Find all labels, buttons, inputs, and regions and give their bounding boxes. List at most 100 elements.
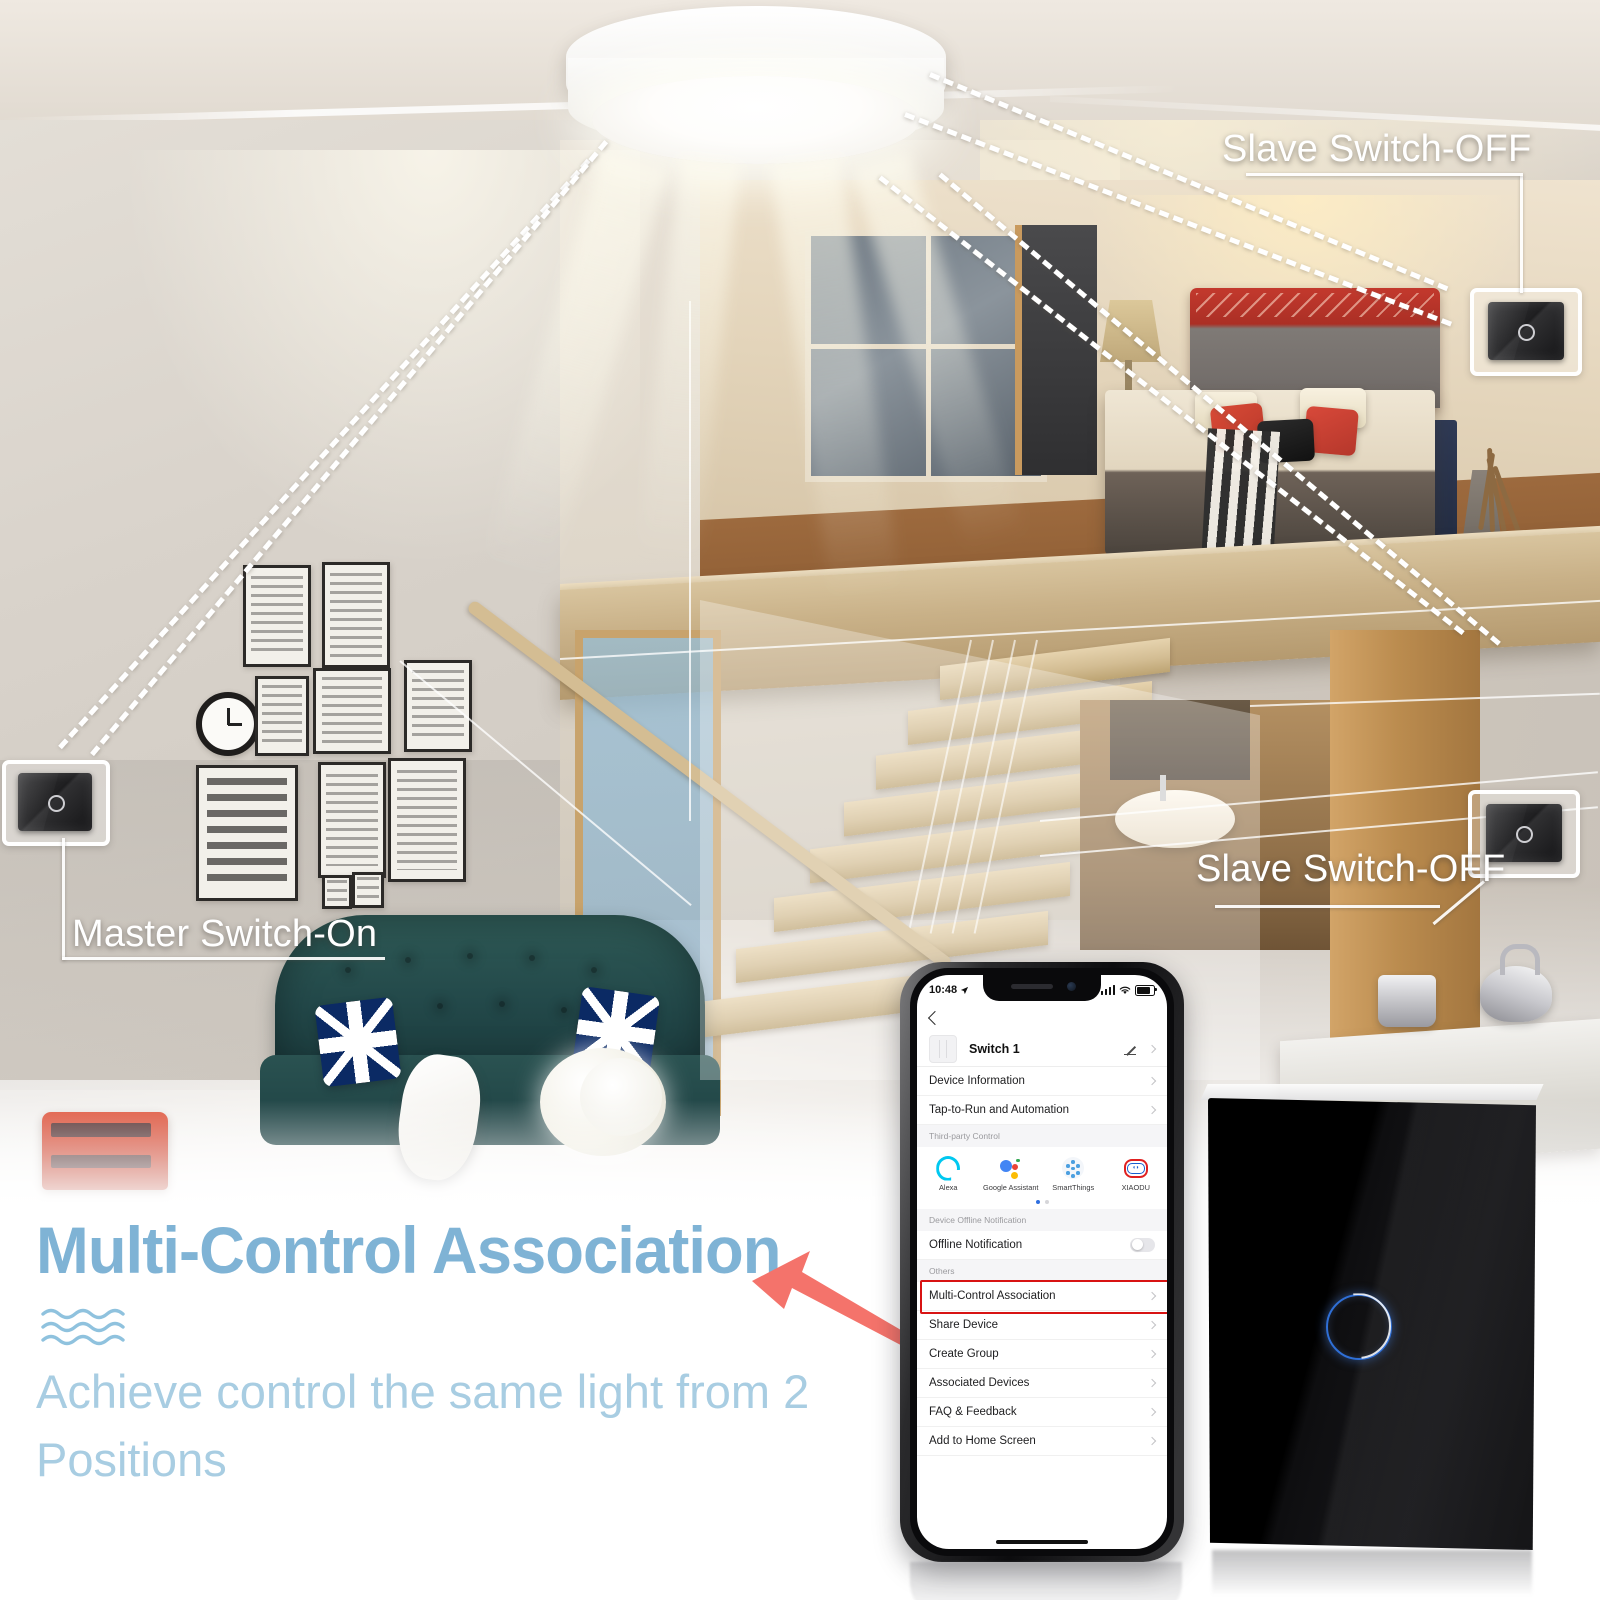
pencil-edit-icon[interactable] xyxy=(1124,1042,1137,1055)
art-frame-vandermark xyxy=(196,765,298,901)
list-item-offline-notification[interactable]: Offline Notification xyxy=(917,1230,1167,1260)
sofa-tuft xyxy=(591,967,597,973)
list-item-label: Create Group xyxy=(929,1347,999,1360)
table-lamp-shade xyxy=(1100,300,1162,362)
list-item-create-group[interactable]: Create Group xyxy=(917,1339,1167,1369)
slave-switch-mid-label: Slave Switch-OFF xyxy=(1196,848,1506,890)
art-frame-6 xyxy=(388,758,466,882)
bus-window xyxy=(51,1155,151,1168)
settings-list: Device Information Tap-to-Run and Automa… xyxy=(917,1067,1167,1456)
basin-faucet xyxy=(1160,775,1166,801)
status-indicators xyxy=(1100,984,1158,996)
chevron-right-icon[interactable] xyxy=(1147,1044,1157,1053)
master-switch-leader-horizontal xyxy=(62,957,385,960)
bus-window xyxy=(51,1123,151,1137)
list-item-share-device[interactable]: Share Device xyxy=(917,1310,1167,1340)
smartthings-icon xyxy=(1061,1156,1085,1180)
ceiling-light xyxy=(566,6,946,174)
section-others: Others xyxy=(917,1259,1167,1282)
section-label: Third-party Control xyxy=(929,1131,1000,1141)
art-frame-7 xyxy=(322,875,352,909)
chevron-left-icon[interactable] xyxy=(927,1010,943,1026)
bed-throw-striped xyxy=(1201,428,1281,552)
phone-bezel: 10:48 Switch 1 Device Information Tap-to… xyxy=(910,968,1174,1556)
chevron-right-icon xyxy=(1147,1105,1157,1115)
third-party-google-assistant[interactable]: Google Assistant xyxy=(980,1156,1043,1193)
google-assistant-icon xyxy=(999,1156,1023,1180)
third-party-smartthings[interactable]: SmartThings xyxy=(1042,1156,1105,1193)
list-item-label: Multi-Control Association xyxy=(929,1289,1056,1302)
status-time-group: 10:48 xyxy=(929,984,969,996)
bathroom-mirror xyxy=(1110,700,1250,780)
window-mullion-horizontal xyxy=(811,344,1041,349)
product-switch-reflection xyxy=(1212,1550,1532,1596)
window-mullion-vertical xyxy=(926,236,931,476)
list-item-label: Associated Devices xyxy=(929,1376,1030,1389)
battery-icon xyxy=(1135,984,1158,996)
product-touch-button[interactable] xyxy=(1326,1294,1392,1360)
sofa-tuft xyxy=(499,1001,505,1007)
art-frame-1 xyxy=(243,565,311,667)
phone-reflection xyxy=(910,1562,1182,1600)
phone-screen[interactable]: 10:48 Switch 1 Device Information Tap-to… xyxy=(917,975,1167,1549)
sofa-tuft xyxy=(437,1003,443,1009)
switch-plate xyxy=(18,773,92,831)
art-frame-4 xyxy=(313,668,391,754)
home-indicator[interactable] xyxy=(996,1540,1088,1544)
sofa-tuft xyxy=(467,953,473,959)
switch-thumbnail-icon xyxy=(929,1034,957,1063)
art-frame-8 xyxy=(352,872,384,908)
chevron-right-icon xyxy=(1147,1436,1157,1445)
status-bar: 10:48 xyxy=(917,979,1167,1001)
chevron-right-icon xyxy=(1147,1076,1157,1086)
third-party-grid: Alexa Google Assistant SmartThings ◖◗ XI… xyxy=(917,1147,1167,1197)
device-header: Switch 1 xyxy=(917,1031,1167,1067)
product-switch-panel xyxy=(1200,1084,1544,1596)
list-item-add-to-home-screen[interactable]: Add to Home Screen xyxy=(917,1426,1167,1456)
third-party-label: SmartThings xyxy=(1052,1183,1095,1192)
master-switch-callout[interactable] xyxy=(2,760,110,846)
carousel-page-dots[interactable] xyxy=(917,1196,1167,1209)
bedroom-doorway xyxy=(1015,225,1097,475)
wifi-icon xyxy=(1119,986,1131,995)
bathroom-basin xyxy=(1115,790,1235,848)
list-item-label: Tap-to-Run and Automation xyxy=(929,1104,1070,1116)
sofa-tuft xyxy=(529,955,535,961)
london-bus-model xyxy=(42,1112,168,1190)
offline-notification-toggle[interactable] xyxy=(1130,1237,1155,1252)
wave-decoration-icon xyxy=(40,1305,134,1351)
sofa-tuft xyxy=(345,967,351,973)
promo-subtitle: Achieve control the same light from 2 Po… xyxy=(36,1365,810,1487)
status-time: 10:48 xyxy=(929,984,958,996)
chevron-right-icon xyxy=(1147,1407,1157,1416)
list-item-associated-devices[interactable]: Associated Devices xyxy=(917,1368,1167,1398)
third-party-label: Google Assistant xyxy=(983,1183,1039,1192)
sofa-tuft xyxy=(405,957,411,963)
location-arrow-icon xyxy=(961,986,969,994)
list-item-multi-control-association[interactable]: Multi-Control Association xyxy=(917,1279,1167,1314)
third-party-label: XIAODU xyxy=(1121,1183,1150,1192)
third-party-alexa[interactable]: Alexa xyxy=(917,1155,980,1193)
slave-switch-mid-leader-horizontal xyxy=(1215,905,1440,908)
art-frame-5 xyxy=(318,762,386,878)
cellular-signal-icon xyxy=(1100,985,1115,995)
slave-switch-top-leader-vertical xyxy=(1520,175,1523,293)
third-party-xiaodu[interactable]: ◖◗ XIAODU xyxy=(1105,1156,1168,1193)
section-label: Device Offline Notification xyxy=(929,1214,1027,1225)
list-item-faq-feedback[interactable]: FAQ & Feedback xyxy=(917,1397,1167,1427)
device-name: Switch 1 xyxy=(969,1041,1020,1056)
nav-bar xyxy=(917,1005,1167,1031)
switch-indicator-dot xyxy=(1518,324,1535,341)
master-switch-leader-vertical xyxy=(62,838,65,960)
list-item-tap-to-run[interactable]: Tap-to-Run and Automation xyxy=(917,1096,1167,1125)
list-item-device-information[interactable]: Device Information xyxy=(917,1067,1167,1096)
smartphone-mockup: 10:48 Switch 1 Device Information Tap-to… xyxy=(900,962,1184,1600)
bedroom-window xyxy=(805,230,1047,482)
room-scene: Slave Switch-OFF Master Switch-On Slave … xyxy=(0,0,1600,1230)
chevron-right-icon xyxy=(1147,1349,1157,1358)
third-party-label: Alexa xyxy=(939,1183,958,1192)
kitchen-pot xyxy=(1378,975,1436,1027)
list-item-label: Add to Home Screen xyxy=(929,1434,1036,1447)
slave-switch-top-callout[interactable] xyxy=(1470,288,1582,376)
switch-plate xyxy=(1488,302,1564,360)
